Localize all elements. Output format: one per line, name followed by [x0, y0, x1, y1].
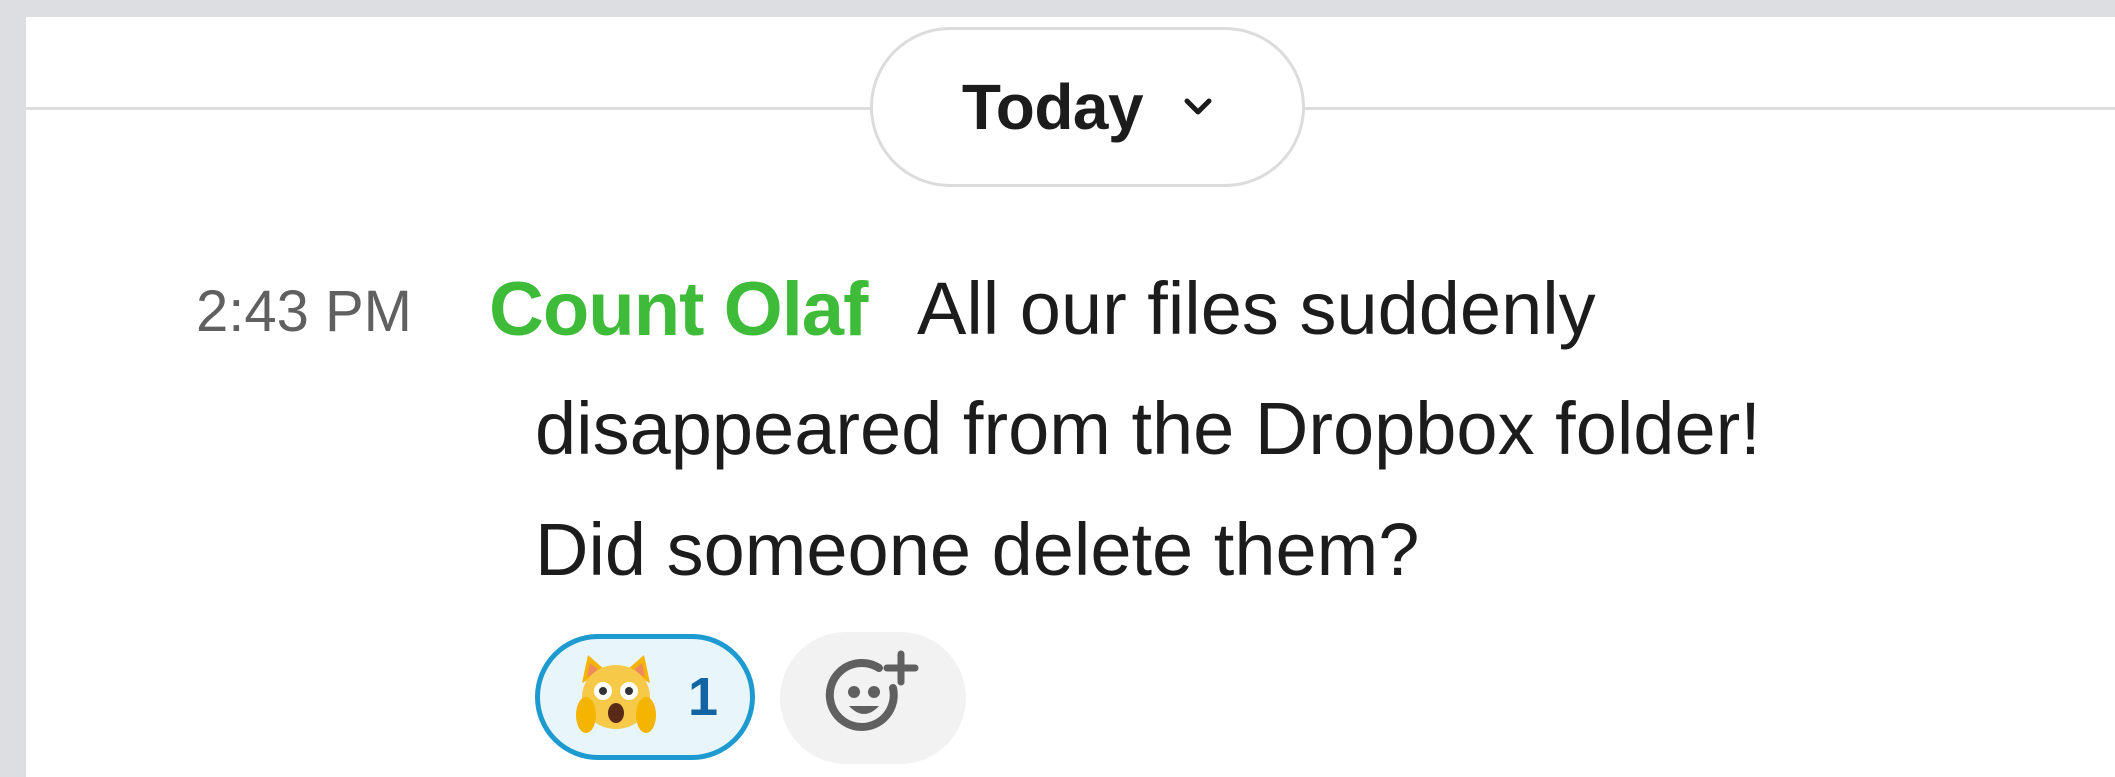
date-divider-label: Today	[961, 71, 1144, 143]
message-author[interactable]: Count Olaf	[489, 266, 868, 353]
message-text-line: All our files suddenly	[917, 267, 1596, 350]
reaction-count: 1	[688, 667, 719, 727]
add-reaction-icon	[823, 646, 923, 751]
message-text-line: Did someone delete them?	[535, 508, 1420, 591]
scream-cat-icon	[576, 653, 656, 742]
chevron-down-icon	[1183, 92, 1213, 122]
reaction-pill[interactable]: 1	[535, 634, 755, 760]
message-text-line: disappeared from the Dropbox folder!	[535, 387, 1761, 470]
message-timestamp[interactable]: 2:43 PM	[196, 278, 412, 345]
add-reaction-button[interactable]	[780, 632, 966, 764]
date-divider-button[interactable]: Today	[870, 27, 1305, 187]
